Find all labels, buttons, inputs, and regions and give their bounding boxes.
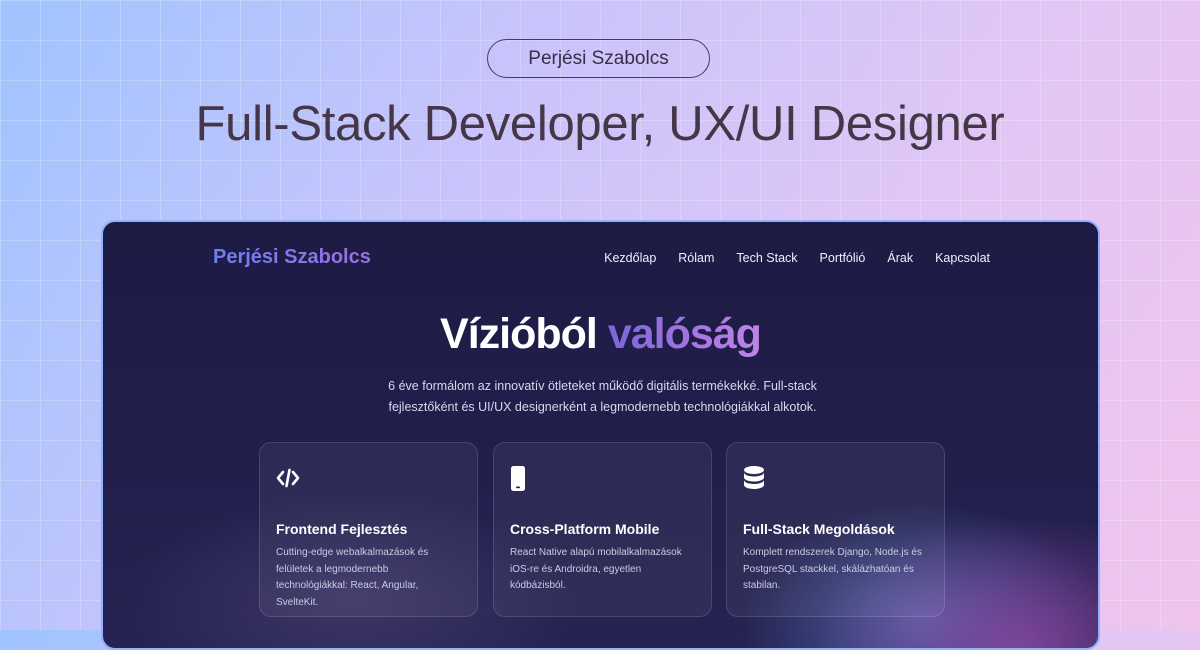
code-icon [276, 463, 461, 493]
nav-item-kapcsolat[interactable]: Kapcsolat [935, 251, 990, 265]
page-title: Full-Stack Developer, UX/UI Designer [195, 97, 1005, 151]
hero-title-part1: Vízióból [440, 310, 598, 358]
card-text: Komplett rendszerek Django, Node.js és P… [743, 547, 922, 591]
service-card-fullstack[interactable]: Full-Stack Megoldások Komplett rendszere… [726, 442, 945, 617]
service-card-frontend[interactable]: Frontend Fejlesztés Cutting-edge webalka… [259, 442, 478, 617]
name-badge: Perjési Szabolcs [487, 39, 710, 78]
site-logo[interactable]: Perjési Szabolcs [213, 246, 371, 269]
card-text: Cutting-edge webalkalmazások és felülete… [276, 547, 429, 608]
mobile-phone-icon [510, 463, 695, 493]
nav-item-kezdolap[interactable]: Kezdőlap [604, 251, 656, 265]
name-badge-label: Perjési Szabolcs [528, 47, 669, 69]
card-title: Frontend Fejlesztés [276, 521, 408, 537]
hero-intro: 6 éve formálom az innovatív ötleteket mű… [388, 379, 817, 414]
nav-item-portfolio[interactable]: Portfólió [820, 251, 866, 265]
website-preview: Perjési Szabolcs Kezdőlap Rólam Tech Sta… [101, 220, 1100, 650]
card-title: Full-Stack Megoldások [743, 521, 895, 537]
card-text: React Native alapú mobilalkalmazások iOS… [510, 547, 682, 591]
nav-item-rolam[interactable]: Rólam [678, 251, 714, 265]
main-nav: Kezdőlap Rólam Tech Stack Portfólió Árak… [604, 251, 990, 265]
service-card-mobile[interactable]: Cross-Platform Mobile React Native alapú… [493, 442, 712, 617]
hero-title: Vízióból valóság [103, 310, 1098, 359]
card-title: Cross-Platform Mobile [510, 521, 660, 537]
nav-item-arak[interactable]: Árak [887, 251, 913, 265]
database-icon [743, 463, 928, 493]
hero-title-part2: valóság [607, 310, 762, 358]
nav-item-tech-stack[interactable]: Tech Stack [736, 251, 797, 265]
